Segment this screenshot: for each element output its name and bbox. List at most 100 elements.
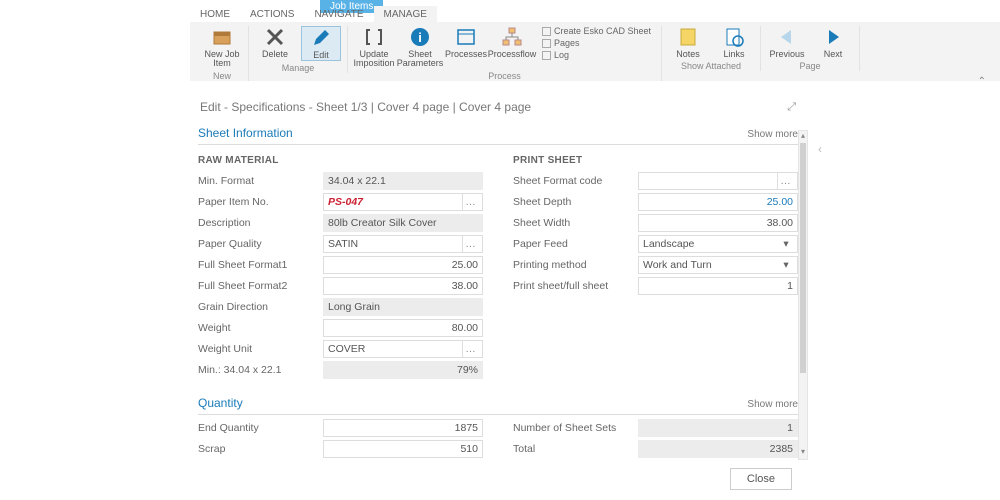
processflow-button[interactable]: Processflow [492,26,532,59]
sheet-parameters-button[interactable]: iSheetParameters [400,26,440,69]
previous-button[interactable]: Previous [767,26,807,59]
tab-actions[interactable]: ACTIONS [240,6,304,22]
tab-navigate[interactable]: NAVIGATE [304,6,373,22]
scroll-down-icon[interactable]: ▾ [799,447,807,459]
box-icon [211,26,233,48]
field-weight-unit[interactable]: COVER … [323,340,483,358]
lookup-paper-item-icon[interactable]: … [462,194,478,210]
label-weight: Weight [198,322,323,334]
checkbox-icon [542,39,551,48]
label-total: Total [513,443,638,455]
tab-home[interactable]: HOME [190,6,240,22]
side-panel-toggle-icon[interactable]: ‹ [818,142,822,156]
scroll-up-icon[interactable]: ▴ [799,131,807,143]
notes-label: Notes [676,50,700,59]
label-format-code: Sheet Format code [513,175,638,187]
sheet-parameters-label: SheetParameters [397,50,444,69]
links-label: Links [724,50,745,59]
collapse-ribbon-icon[interactable]: ⌃ [978,76,986,87]
ribbon-check-create-esko-cad-sheet[interactable]: Create Esko CAD Sheet [542,26,651,36]
field-print-full[interactable]: 1 [638,277,798,295]
field-description: 80lb Creator Silk Cover [323,214,483,232]
processflow-label: Processflow [488,50,537,59]
field-sheet-width[interactable]: 38.00 [638,214,798,232]
lookup-format-code-icon[interactable]: … [777,173,793,189]
ribbon-check-log[interactable]: Log [542,50,651,60]
links-button[interactable]: Links [714,26,754,59]
label-min-format: Min. Format [198,175,323,187]
update-imposition-button[interactable]: UpdateImposition [354,26,394,69]
field-full-sheet-2[interactable]: 38.00 [323,277,483,295]
field-end-qty[interactable]: 1875 [323,419,483,437]
flow-icon [501,26,523,48]
label-weight-unit: Weight Unit [198,343,323,355]
ribbon-group-label: New [213,71,231,81]
label-print-full: Print sheet/full sheet [513,280,638,292]
label-description: Description [198,217,323,229]
section-title-quantity: Quantity [198,396,243,410]
x-icon [264,26,286,48]
label-num-sets: Number of Sheet Sets [513,422,638,434]
field-scrap[interactable]: 510 [323,440,483,458]
field-weight[interactable]: 80.00 [323,319,483,337]
label-grain: Grain Direction [198,301,323,313]
checkbox-icon [542,27,551,36]
label-sheet-depth: Sheet Depth [513,196,638,208]
prev-icon [776,26,798,48]
info-icon: i [409,26,431,48]
show-more-quantity[interactable]: Show more [747,399,798,410]
label-printing-method: Printing method [513,259,638,271]
brackets-icon [363,26,385,48]
tab-manage[interactable]: MANAGE [374,6,437,22]
vertical-scrollbar[interactable]: ▴ ▾ [798,130,808,460]
field-sheet-depth[interactable]: 25.00 [638,193,798,211]
window-icon [455,26,477,48]
dropdown-printing-method-icon[interactable]: ▾ [779,256,793,274]
next-button[interactable]: Next [813,26,853,59]
field-num-sets: 1 [638,419,798,437]
field-printing-method[interactable]: Work and Turn ▾ [638,256,798,274]
scroll-thumb[interactable] [800,143,806,373]
link-icon [723,26,745,48]
label-scrap: Scrap [198,443,323,455]
ribbon-group-label: Page [800,61,821,71]
edit-label: Edit [313,51,329,60]
next-label: Next [824,50,843,59]
section-title-sheet-info: Sheet Information [198,126,293,140]
field-paper-item[interactable]: PS-047 … [323,193,483,211]
next-icon [822,26,844,48]
label-min-pct: Min.: 34.04 x 22.1 [198,364,323,376]
notes-button[interactable]: Notes [668,26,708,59]
pencil-icon [310,27,332,49]
ribbon-check-pages[interactable]: Pages [542,38,651,48]
edit-button[interactable]: Edit [301,26,341,61]
note-icon [677,26,699,48]
main-panel: Edit - Specifications - Sheet 1/3 | Cove… [198,92,798,500]
label-paper-item: Paper Item No. [198,196,323,208]
processes-button[interactable]: Processes [446,26,486,59]
ribbon-group-label: Show Attached [681,61,741,71]
field-format-code[interactable]: … [638,172,798,190]
expand-icon[interactable]: ⤢ [787,101,796,114]
show-more-sheet-info[interactable]: Show more [747,129,798,140]
lookup-paper-quality-icon[interactable]: … [462,236,478,252]
delete-label: Delete [262,50,288,59]
label-sheet-width: Sheet Width [513,217,638,229]
ribbon: New JobItemNewDeleteEditManageUpdateImpo… [190,22,1000,81]
delete-button[interactable]: Delete [255,26,295,59]
field-grain: Long Grain [323,298,483,316]
label-paper-feed: Paper Feed [513,238,638,250]
lookup-weight-unit-icon[interactable]: … [462,341,478,357]
field-paper-feed[interactable]: Landscape ▾ [638,235,798,253]
svg-text:i: i [418,30,422,45]
subhead-raw-material: RAW MATERIAL [198,147,483,170]
ribbon-check-label: Create Esko CAD Sheet [554,26,651,36]
checkbox-icon [542,51,551,60]
label-full-sheet-1: Full Sheet Format1 [198,259,323,271]
new-job-item-button[interactable]: New JobItem [202,26,242,69]
dropdown-paper-feed-icon[interactable]: ▾ [779,235,793,253]
field-full-sheet-1[interactable]: 25.00 [323,256,483,274]
close-button[interactable]: Close [730,468,792,490]
field-paper-quality[interactable]: SATIN … [323,235,483,253]
processes-label: Processes [445,50,487,59]
